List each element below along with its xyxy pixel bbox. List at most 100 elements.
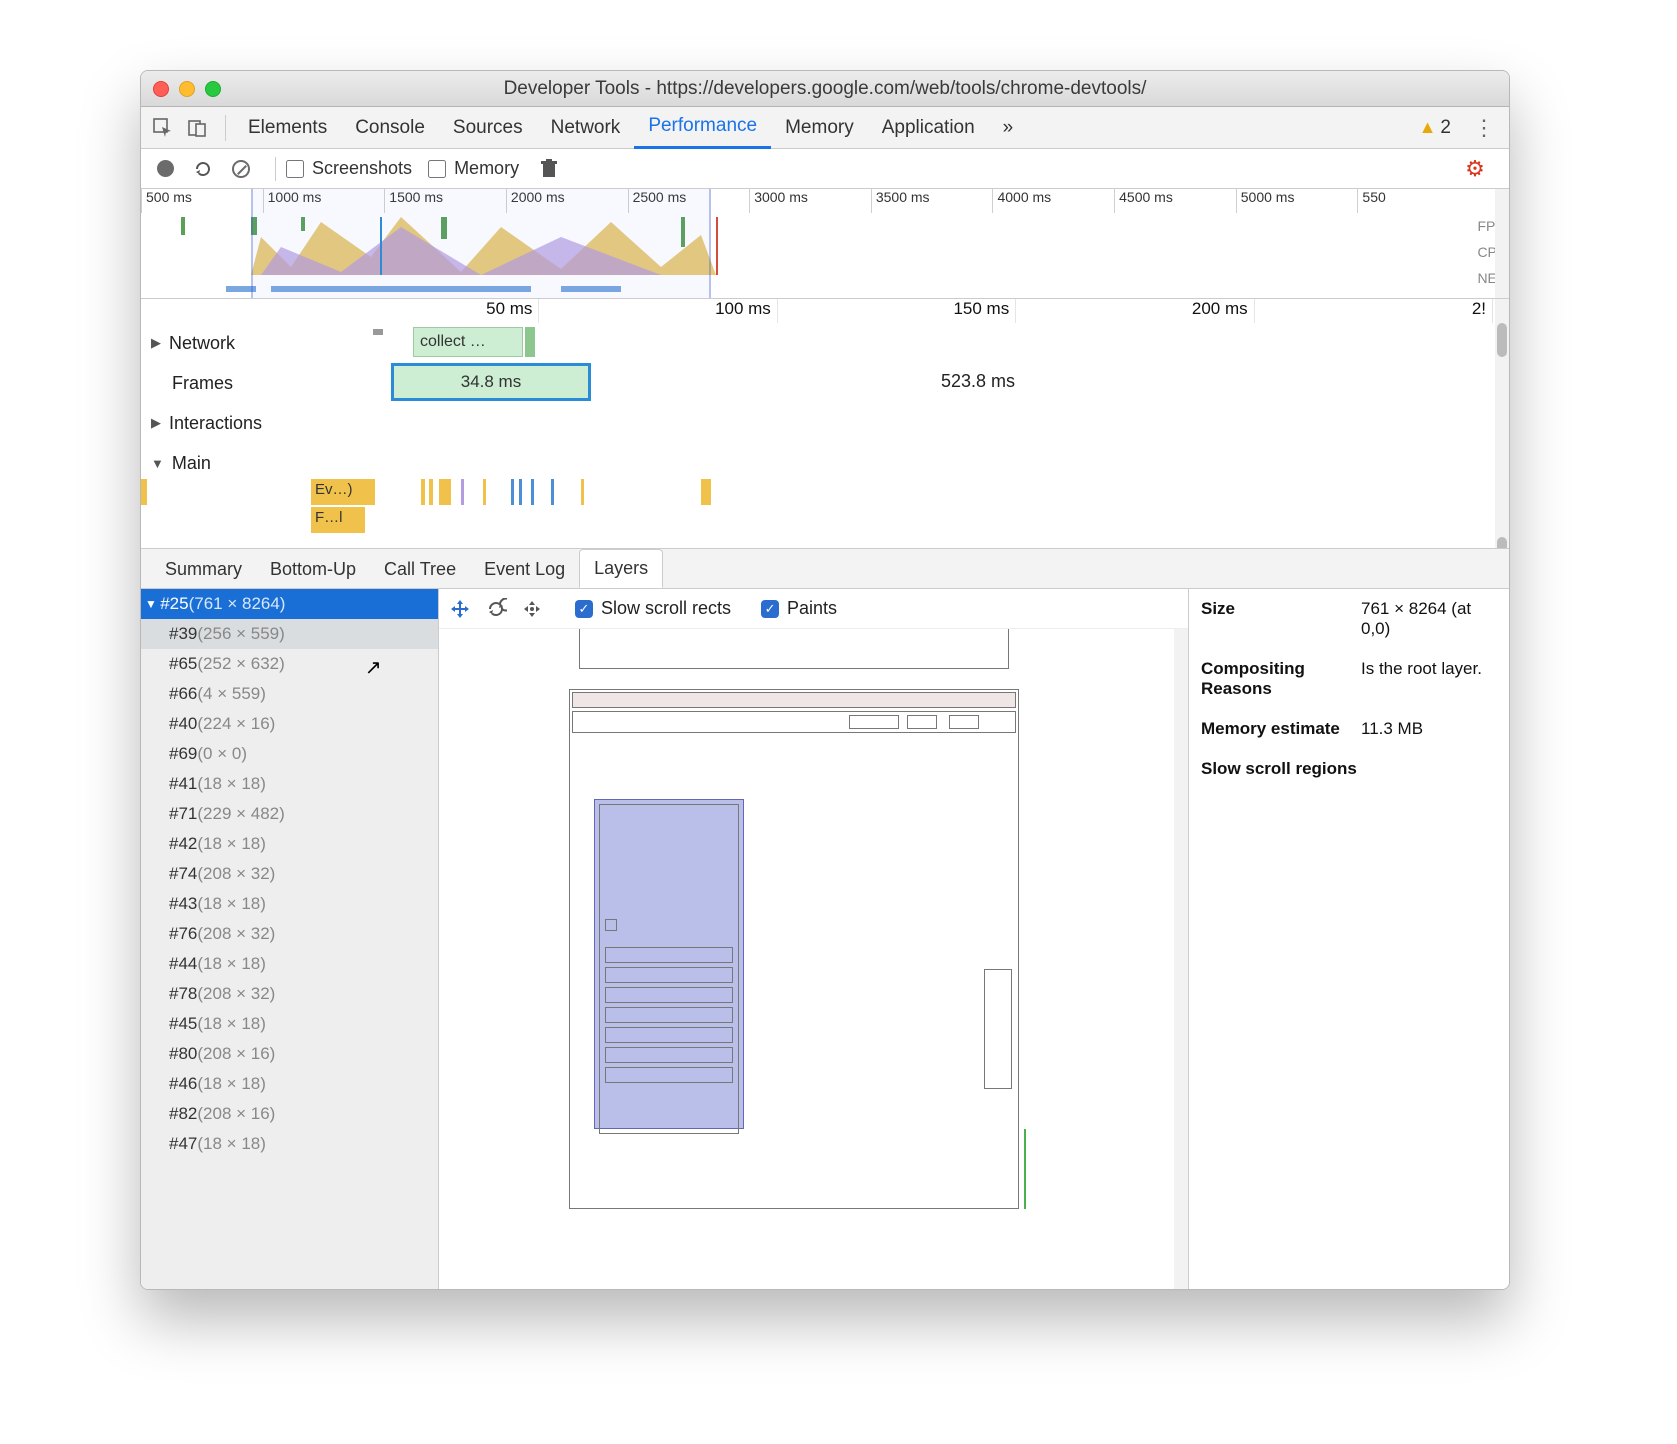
timeline-overview[interactable]: 500 ms1000 ms1500 ms2000 ms2500 ms3000 m…	[141, 189, 1509, 299]
event-sliver[interactable]	[551, 479, 554, 505]
layer-tree-item[interactable]: #39(256 × 559)	[141, 619, 438, 649]
layer-canvas[interactable]	[439, 629, 1188, 1289]
layer-tree-item[interactable]: #45(18 × 18)	[141, 1009, 438, 1039]
size-value: 761 × 8264 (at 0,0)	[1361, 599, 1497, 639]
tab-elements[interactable]: Elements	[234, 107, 341, 149]
record-button[interactable]	[151, 155, 179, 183]
layer-tree-item[interactable]: #78(208 × 32)	[141, 979, 438, 1009]
layers-pane: ▼ #25(761 × 8264)#39(256 × 559)↖#65(252 …	[141, 589, 1509, 1289]
tab-application[interactable]: Application	[868, 107, 989, 149]
event-sliver[interactable]	[483, 479, 486, 505]
warning-icon[interactable]: ▲	[1419, 117, 1437, 138]
layer-tree-item[interactable]: #43(18 × 18)	[141, 889, 438, 919]
layer-tree-item[interactable]: #42(18 × 18)	[141, 829, 438, 859]
warning-count[interactable]: 2	[1440, 117, 1451, 139]
layer-tree-item[interactable]: #65(252 × 632)	[141, 649, 438, 679]
event-ev[interactable]: Ev…)	[311, 479, 375, 505]
layer-tree-item[interactable]: #41(18 × 18)	[141, 769, 438, 799]
minimize-window-button[interactable]	[179, 81, 195, 97]
event-sliver[interactable]	[429, 479, 433, 505]
collapse-arrow-icon: ▶	[151, 335, 161, 351]
tab-network[interactable]: Network	[537, 107, 635, 149]
details-tab-event-log[interactable]: Event Log	[470, 551, 579, 588]
event-sliver[interactable]	[141, 479, 147, 505]
row-main[interactable]: ▼Main	[141, 443, 301, 483]
tab-overflow[interactable]: »	[989, 107, 1028, 149]
layer-id: #80	[169, 1044, 197, 1064]
layer-tree-item[interactable]: #69(0 × 0)	[141, 739, 438, 769]
memory-checkbox[interactable]: Memory	[428, 158, 519, 179]
layer-tree-item[interactable]: #46(18 × 18)	[141, 1069, 438, 1099]
frame-block-selected[interactable]: 34.8 ms	[391, 363, 591, 401]
event-f[interactable]: F…l	[311, 507, 365, 533]
more-menu-icon[interactable]: ⋮	[1467, 115, 1501, 141]
close-window-button[interactable]	[153, 81, 169, 97]
layer-tree-item[interactable]: #66(4 × 559)	[141, 679, 438, 709]
event-sliver[interactable]	[511, 479, 514, 505]
device-toolbar-icon[interactable]	[183, 114, 211, 142]
details-tab-summary[interactable]: Summary	[151, 551, 256, 588]
checkbox-checked-icon: ✓	[761, 600, 779, 618]
layer-tree-item[interactable]: ▼ #25(761 × 8264)	[141, 589, 438, 619]
layer-tree-item[interactable]: #82(208 × 16)	[141, 1099, 438, 1129]
tab-sources[interactable]: Sources	[439, 107, 537, 149]
paints-checkbox[interactable]: ✓Paints	[761, 598, 837, 619]
layer-tree-item[interactable]: #47(18 × 18)	[141, 1129, 438, 1159]
overview-selection[interactable]	[251, 189, 711, 298]
pan-icon[interactable]	[447, 596, 473, 622]
screenshots-checkbox[interactable]: Screenshots	[286, 158, 412, 179]
layer-tree[interactable]: ▼ #25(761 × 8264)#39(256 × 559)↖#65(252 …	[141, 589, 439, 1289]
layer-tree-item[interactable]: #44(18 × 18)	[141, 949, 438, 979]
inspect-element-icon[interactable]	[149, 114, 177, 142]
clear-button[interactable]	[227, 155, 255, 183]
details-tab-layers[interactable]: Layers	[579, 549, 663, 588]
overflow-glyph: »	[1003, 117, 1014, 139]
layer-3d-view[interactable]: ✓Slow scroll rects ✓Paints	[439, 589, 1189, 1289]
event-sliver[interactable]	[421, 479, 425, 505]
layer-dims: (18 × 18)	[197, 954, 266, 974]
layer-tree-item[interactable]: #71(229 × 482)	[141, 799, 438, 829]
memory-value: 11.3 MB	[1361, 719, 1497, 739]
layer-dims: (18 × 18)	[197, 774, 266, 794]
layer-id: #69	[169, 744, 197, 764]
garbage-collect-button[interactable]	[535, 155, 563, 183]
canvas-scrollbar[interactable]	[1174, 629, 1188, 1289]
row-frames[interactable]: Frames	[141, 363, 301, 403]
zoom-window-button[interactable]	[205, 81, 221, 97]
flame-row-headers: ▶Network Frames ▶Interactions ▼Main	[141, 299, 301, 548]
event-sliver[interactable]	[701, 479, 711, 505]
layer-tree-item[interactable]: #80(208 × 16)	[141, 1039, 438, 1069]
tab-console[interactable]: Console	[341, 107, 439, 149]
tab-performance[interactable]: Performance	[634, 107, 771, 149]
rotate-icon[interactable]	[483, 596, 509, 622]
capture-settings-icon[interactable]: ⚙	[1461, 155, 1489, 183]
slow-scroll-rects-checkbox[interactable]: ✓Slow scroll rects	[575, 598, 731, 619]
layer-tree-item[interactable]: #74(208 × 32)	[141, 859, 438, 889]
main-thread-events[interactable]: Ev…) F…l	[311, 479, 1477, 535]
memory-checkbox-input[interactable]	[428, 160, 446, 178]
screenshots-checkbox-input[interactable]	[286, 160, 304, 178]
layer-dims: (18 × 18)	[197, 1014, 266, 1034]
layer-id: #41	[169, 774, 197, 794]
event-sliver[interactable]	[439, 479, 451, 505]
layer-tree-item[interactable]: #76(208 × 32)	[141, 919, 438, 949]
tab-memory[interactable]: Memory	[771, 107, 868, 149]
event-sliver[interactable]	[581, 479, 584, 505]
overview-scrollbar[interactable]	[1495, 189, 1509, 298]
details-tab-bottom-up[interactable]: Bottom-Up	[256, 551, 370, 588]
event-sliver[interactable]	[531, 479, 534, 505]
details-tab-call-tree[interactable]: Call Tree	[370, 551, 470, 588]
flame-scrollbar[interactable]	[1495, 299, 1509, 548]
reset-view-icon[interactable]	[519, 596, 545, 622]
layer-id: #44	[169, 954, 197, 974]
row-network[interactable]: ▶Network	[141, 323, 301, 363]
network-collect-block[interactable]: collect …	[413, 327, 523, 357]
layer-tree-item[interactable]: #40(224 × 16)	[141, 709, 438, 739]
flame-chart[interactable]: 50 ms100 ms150 ms200 ms2! collect … 34.8…	[141, 299, 1509, 549]
event-sliver[interactable]	[461, 479, 464, 505]
row-interactions[interactable]: ▶Interactions	[141, 403, 301, 443]
tree-arrow-icon: ▼	[145, 597, 160, 611]
event-sliver[interactable]	[519, 479, 522, 505]
layer-dims: (208 × 32)	[197, 924, 275, 944]
reload-button[interactable]	[189, 155, 217, 183]
